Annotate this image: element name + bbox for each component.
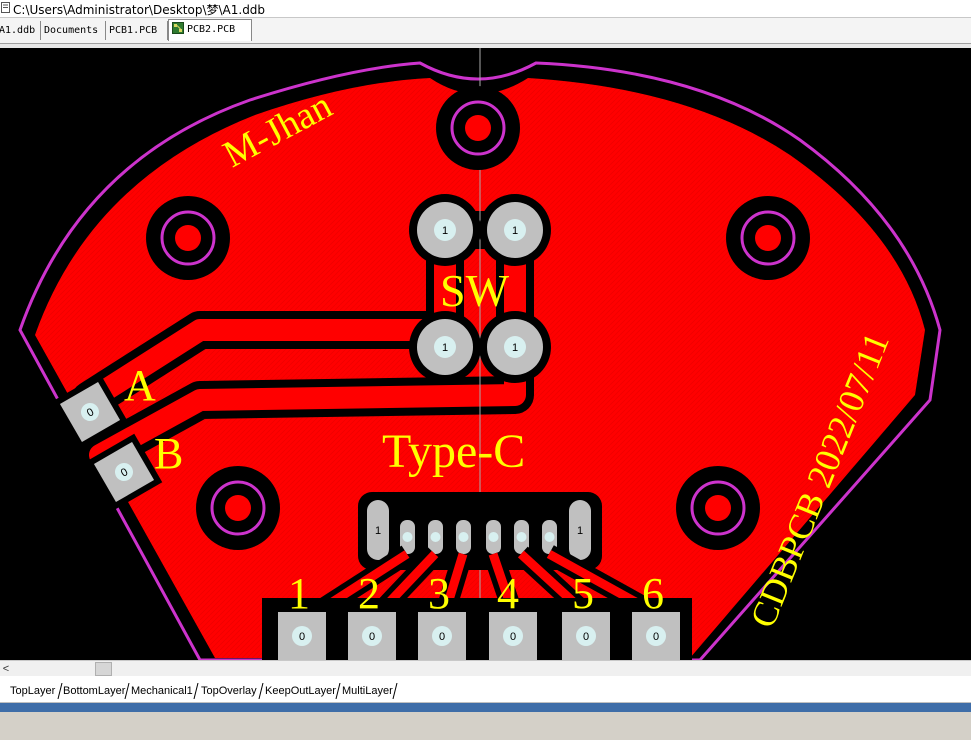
pin-label-2: 2 [358,569,380,618]
scroll-thumb[interactable] [95,662,112,676]
tab-label: Documents [44,25,99,36]
switch-pad: 1 [479,311,551,383]
tab-separator [392,683,398,699]
layer-tab-mechanical1[interactable]: Mechanical1 [131,684,193,698]
pin-label-3: 3 [428,569,450,618]
svg-text:1: 1 [512,342,518,354]
pcb-file-icon [172,22,184,34]
pin-pad: 0 [418,612,466,660]
tab-pcb2[interactable]: PCB2.PCB [168,19,252,41]
svg-text:0: 0 [653,631,659,643]
tab-separator [124,683,130,699]
pin-pad: 0 [278,612,326,660]
horizontal-scrollbar[interactable]: < [0,660,971,677]
svg-text:0: 0 [439,631,445,643]
svg-text:1: 1 [375,525,381,537]
switch-pad: 1 [409,194,481,266]
layer-tab-toplayer[interactable]: TopLayer [10,684,56,698]
tab-a1-ddb[interactable]: A1.ddb [0,21,41,40]
svg-text:1: 1 [442,342,448,354]
tab-documents[interactable]: Documents [41,21,106,40]
layer-tab-topoverlay[interactable]: TopOverlay [201,684,257,698]
mounting-hole [676,466,760,550]
layer-tab-keepoutlayer[interactable]: KeepOutLayer [265,684,336,698]
window-footer [0,712,971,740]
document-tab-bar: A1.ddb Documents PCB1.PCB PCB2.PCB [0,18,971,44]
tab-separator [258,683,264,699]
label-pad-b: B [154,429,183,478]
scroll-left-arrow-icon[interactable]: < [0,662,12,676]
title-bar: C:\Users\Administrator\Desktop\梦\A1.ddb [0,0,971,18]
window-title: C:\Users\Administrator\Desktop\梦\A1.ddb [13,3,266,17]
usb-shell-pad: 1 [569,500,591,560]
tab-separator [335,683,341,699]
svg-text:0: 0 [299,631,305,643]
mounting-hole [196,466,280,550]
pcb-canvas[interactable]: 1 1 1 1 0 0 1 1 0 0 0 0 0 0 M-Jhan SW Ty… [0,48,971,660]
mounting-hole [726,196,810,280]
svg-text:0: 0 [583,631,589,643]
pin-pad: 0 [489,612,537,660]
svg-text:1: 1 [512,225,518,237]
tab-label: PCB2.PCB [187,24,236,35]
svg-text:1: 1 [577,525,583,537]
switch-pad: 1 [479,194,551,266]
pcb-board: 1 1 1 1 0 0 1 1 0 0 0 0 0 0 M-Jhan SW Ty… [18,48,942,660]
pin-pad: 0 [562,612,610,660]
label-switch: SW [440,265,510,316]
status-bar [0,703,971,712]
layer-tab-bottomlayer[interactable]: BottomLayer [63,684,125,698]
pin-pad: 0 [632,612,680,660]
switch-pad: 1 [409,311,481,383]
mounting-hole [146,196,230,280]
label-connector: Type-C [382,425,525,478]
tab-label: A1.ddb [0,25,36,36]
pin-pad: 0 [348,612,396,660]
svg-text:0: 0 [510,631,516,643]
svg-text:1: 1 [442,225,448,237]
tab-separator [193,683,199,699]
pin-pads: 0 0 0 0 0 0 [262,598,692,660]
layer-tab-multilayer[interactable]: MultiLayer [342,684,393,698]
pin-label-4: 4 [497,569,519,618]
pin-label-6: 6 [642,569,664,618]
document-icon [1,2,10,13]
pin-label-5: 5 [572,569,594,618]
label-pad-a: A [124,361,156,410]
mounting-hole [436,86,520,170]
tab-pcb1[interactable]: PCB1.PCB [106,21,168,40]
tab-label: PCB1.PCB [109,25,158,36]
svg-text:0: 0 [369,631,375,643]
pin-label-1: 1 [288,569,310,618]
layer-tab-bar: TopLayer BottomLayer Mechanical1 TopOver… [0,676,971,703]
usb-shell-pad: 1 [367,500,389,560]
